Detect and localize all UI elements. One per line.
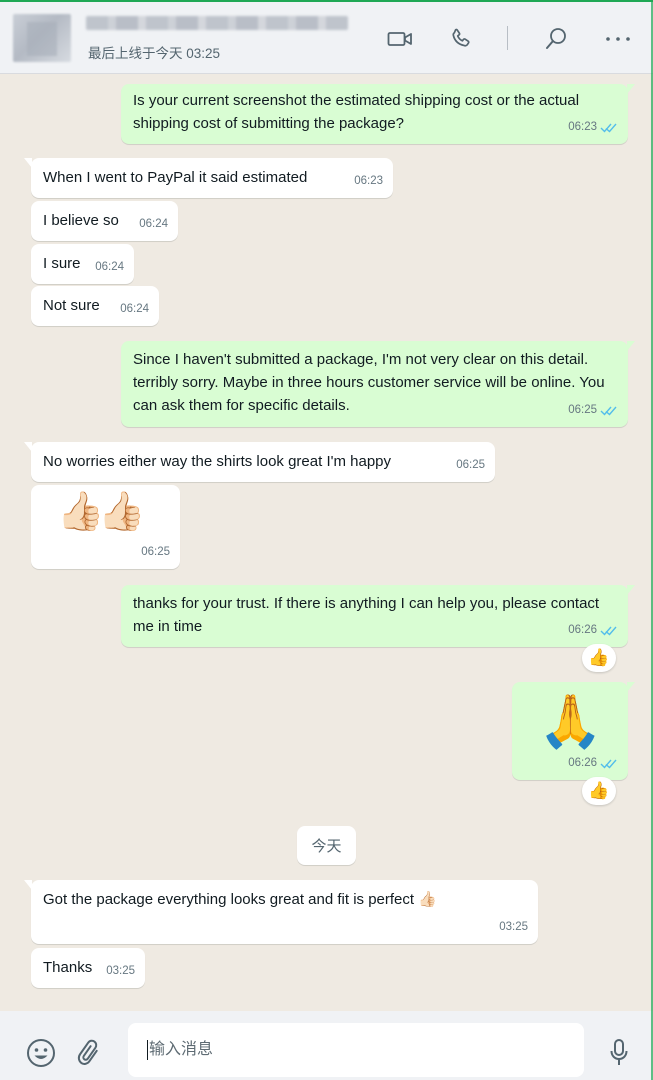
message-time: 06:23 [354,175,383,187]
message-time: 06:25 [568,404,597,416]
message-time: 03:25 [106,965,135,977]
voice-call-icon[interactable] [446,24,476,54]
message-time: 03:25 [499,921,528,933]
message-time: 06:26 [568,624,597,636]
video-call-icon[interactable] [385,24,415,54]
message-text: No worries either way the shirts look gr… [43,453,392,470]
microphone-icon[interactable] [606,1036,632,1070]
message-time: 06:24 [95,261,124,273]
message-text: Got the package everything looks great a… [43,891,437,908]
text-cursor [147,1040,148,1060]
message-time: 06:24 [120,303,149,315]
message-incoming[interactable]: Not sure 06:24 [31,286,159,326]
read-ticks-icon [600,626,617,636]
header-divider [507,26,508,50]
message-time: 06:24 [139,218,168,230]
message-text: Since I haven't submitted a package, I'm… [133,351,605,414]
message-incoming[interactable]: Got the package everything looks great a… [24,880,538,944]
read-ticks-icon [600,123,617,133]
message-text: thanks for your trust. If there is anyth… [133,595,600,635]
thumbs-up-emoji: 👍🏻👍🏻 [57,491,146,533]
message-time: 06:25 [456,459,485,471]
message-time: 06:26 [568,757,597,769]
message-outgoing[interactable]: thanks for your trust. If there is anyth… [121,585,635,647]
message-time: 06:25 [141,546,170,558]
message-incoming[interactable]: I believe so 06:24 [31,201,178,241]
message-incoming[interactable]: No worries either way the shirts look gr… [24,442,495,482]
contact-name-redacted[interactable] [86,16,348,30]
message-text: When I went to PayPal it said estimated [43,169,308,186]
reaction-badge[interactable]: 👍 [582,644,616,672]
read-ticks-icon [600,759,617,769]
message-outgoing[interactable]: Since I haven't submitted a package, I'm… [121,341,635,427]
chat-window: 最后上线于今天 03:25 Is your current screenshot… [0,0,653,1080]
message-time: 06:23 [568,121,597,133]
reaction-badge[interactable]: 👍 [582,777,616,805]
date-divider: 今天 [297,826,356,865]
chat-header: 最后上线于今天 03:25 [0,2,653,74]
search-icon[interactable] [541,24,571,54]
contact-avatar[interactable] [13,14,71,62]
message-outgoing-emoji[interactable]: 🙏 06:26 [512,682,635,780]
message-text: Is your current screenshot the estimated… [133,92,580,132]
message-incoming[interactable]: I sure 06:24 [31,244,134,284]
contact-last-seen: 最后上线于今天 03:25 [88,46,221,61]
message-input[interactable] [128,1023,584,1077]
emoji-icon[interactable] [24,1036,58,1070]
message-incoming-emoji[interactable]: 👍🏻👍🏻 06:25 [31,485,180,569]
message-incoming[interactable]: When I went to PayPal it said estimated … [24,158,393,198]
read-ticks-icon [600,406,617,416]
message-incoming[interactable]: Thanks 03:25 [31,948,145,988]
message-outgoing[interactable]: Is your current screenshot the estimated… [121,84,635,144]
composer-bar [0,1011,653,1080]
menu-icon[interactable] [603,24,633,54]
attach-icon[interactable] [73,1036,107,1070]
folded-hands-emoji: 🙏 [538,693,603,751]
